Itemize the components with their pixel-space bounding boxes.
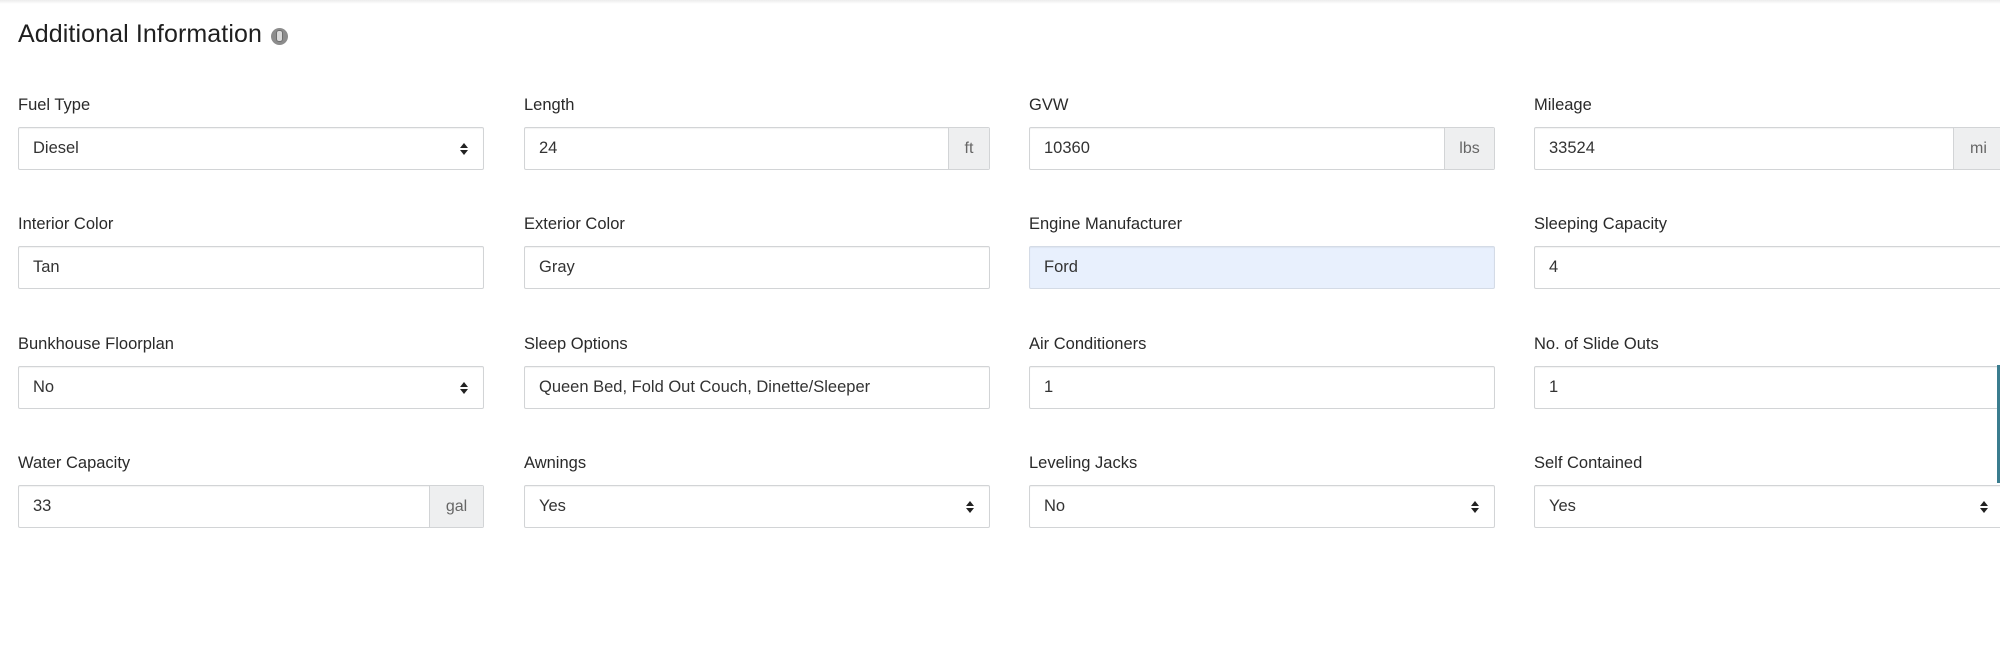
gvw-unit-addon: lbs bbox=[1444, 128, 1494, 169]
exterior-color-input[interactable]: Gray bbox=[524, 246, 990, 289]
select-arrows-icon bbox=[1979, 499, 1989, 515]
section-title-text: Additional Information bbox=[18, 20, 263, 48]
mileage-value: 33524 bbox=[1549, 139, 1595, 157]
self-contained-value: Yes bbox=[1549, 497, 1576, 515]
mileage-label: Mileage bbox=[1534, 96, 1592, 114]
length-unit-addon: ft bbox=[948, 128, 989, 169]
field-air-conditioners: Air Conditioners 1 bbox=[1029, 333, 1495, 409]
length-value: 24 bbox=[539, 139, 558, 157]
sleeping-capacity-input[interactable]: 4 bbox=[1534, 246, 2000, 289]
self-contained-select[interactable]: Yes bbox=[1534, 485, 2000, 528]
interior-color-label: Interior Color bbox=[18, 215, 114, 233]
water-capacity-input[interactable]: 33 gal bbox=[18, 485, 484, 528]
gvw-input[interactable]: 10360 lbs bbox=[1029, 127, 1495, 170]
gvw-value: 10360 bbox=[1044, 139, 1090, 157]
self-contained-label: Self Contained bbox=[1534, 454, 1643, 472]
leveling-jacks-value: No bbox=[1044, 497, 1066, 515]
engine-manufacturer-value: Ford bbox=[1044, 258, 1078, 276]
air-conditioners-value: 1 bbox=[1044, 378, 1054, 396]
air-conditioners-label: Air Conditioners bbox=[1029, 335, 1147, 353]
awnings-select[interactable]: Yes bbox=[524, 485, 990, 528]
field-mileage: Mileage 33524 mi bbox=[1534, 94, 2000, 170]
length-input[interactable]: 24 ft bbox=[524, 127, 990, 170]
info-icon[interactable] bbox=[271, 27, 289, 45]
exterior-color-label: Exterior Color bbox=[524, 215, 625, 233]
gvw-label: GVW bbox=[1029, 96, 1069, 114]
field-engine-manufacturer: Engine Manufacturer Ford bbox=[1029, 213, 1495, 289]
mileage-unit-addon: mi bbox=[1953, 128, 2000, 169]
leveling-jacks-select[interactable]: No bbox=[1029, 485, 1495, 528]
field-sleeping-capacity: Sleeping Capacity 4 bbox=[1534, 213, 2000, 289]
select-arrows-icon bbox=[1470, 499, 1480, 515]
field-self-contained: Self Contained Yes bbox=[1534, 452, 2000, 528]
engine-manufacturer-input[interactable]: Ford bbox=[1029, 246, 1495, 289]
air-conditioners-input[interactable]: 1 bbox=[1029, 366, 1495, 409]
leveling-jacks-label: Leveling Jacks bbox=[1029, 454, 1138, 472]
slide-outs-label: No. of Slide Outs bbox=[1534, 335, 1659, 353]
field-length: Length 24 ft bbox=[524, 94, 990, 170]
top-divider bbox=[0, 0, 2000, 4]
slide-outs-input[interactable]: 1 bbox=[1534, 366, 2000, 409]
section-title: Additional Information bbox=[18, 20, 289, 49]
field-exterior-color: Exterior Color Gray bbox=[524, 213, 990, 289]
interior-color-value: Tan bbox=[33, 258, 60, 276]
slide-outs-value: 1 bbox=[1549, 378, 1559, 396]
interior-color-input[interactable]: Tan bbox=[18, 246, 484, 289]
field-bunkhouse-floorplan: Bunkhouse Floorplan No bbox=[18, 333, 484, 409]
field-fuel-type: Fuel Type Diesel bbox=[18, 94, 484, 170]
field-leveling-jacks: Leveling Jacks No bbox=[1029, 452, 1495, 528]
awnings-label: Awnings bbox=[524, 454, 587, 472]
field-water-capacity: Water Capacity 33 gal bbox=[18, 452, 484, 528]
awnings-value: Yes bbox=[539, 497, 566, 515]
field-interior-color: Interior Color Tan bbox=[18, 213, 484, 289]
sleep-options-value: Queen Bed, Fold Out Couch, Dinette/Sleep… bbox=[539, 378, 871, 396]
water-capacity-label: Water Capacity bbox=[18, 454, 131, 472]
sleep-options-input[interactable]: Queen Bed, Fold Out Couch, Dinette/Sleep… bbox=[524, 366, 990, 409]
water-capacity-unit-addon: gal bbox=[429, 486, 483, 527]
fuel-type-value: Diesel bbox=[33, 139, 79, 157]
field-gvw: GVW 10360 lbs bbox=[1029, 94, 1495, 170]
fuel-type-label: Fuel Type bbox=[18, 96, 91, 114]
field-sleep-options: Sleep Options Queen Bed, Fold Out Couch,… bbox=[524, 333, 990, 409]
field-slide-outs: No. of Slide Outs 1 bbox=[1534, 333, 2000, 409]
bunkhouse-floorplan-select[interactable]: No bbox=[18, 366, 484, 409]
select-arrows-icon bbox=[459, 380, 469, 396]
exterior-color-value: Gray bbox=[539, 258, 575, 276]
select-arrows-icon bbox=[459, 141, 469, 157]
water-capacity-value: 33 bbox=[33, 497, 52, 515]
sleep-options-label: Sleep Options bbox=[524, 335, 628, 353]
fuel-type-select[interactable]: Diesel bbox=[18, 127, 484, 170]
field-awnings: Awnings Yes bbox=[524, 452, 990, 528]
sleeping-capacity-label: Sleeping Capacity bbox=[1534, 215, 1667, 233]
select-arrows-icon bbox=[965, 499, 975, 515]
mileage-input[interactable]: 33524 mi bbox=[1534, 127, 2000, 170]
length-label: Length bbox=[524, 96, 575, 114]
bunkhouse-floorplan-value: No bbox=[33, 378, 55, 396]
sleeping-capacity-value: 4 bbox=[1549, 258, 1559, 276]
engine-manufacturer-label: Engine Manufacturer bbox=[1029, 215, 1183, 233]
bunkhouse-floorplan-label: Bunkhouse Floorplan bbox=[18, 335, 174, 353]
